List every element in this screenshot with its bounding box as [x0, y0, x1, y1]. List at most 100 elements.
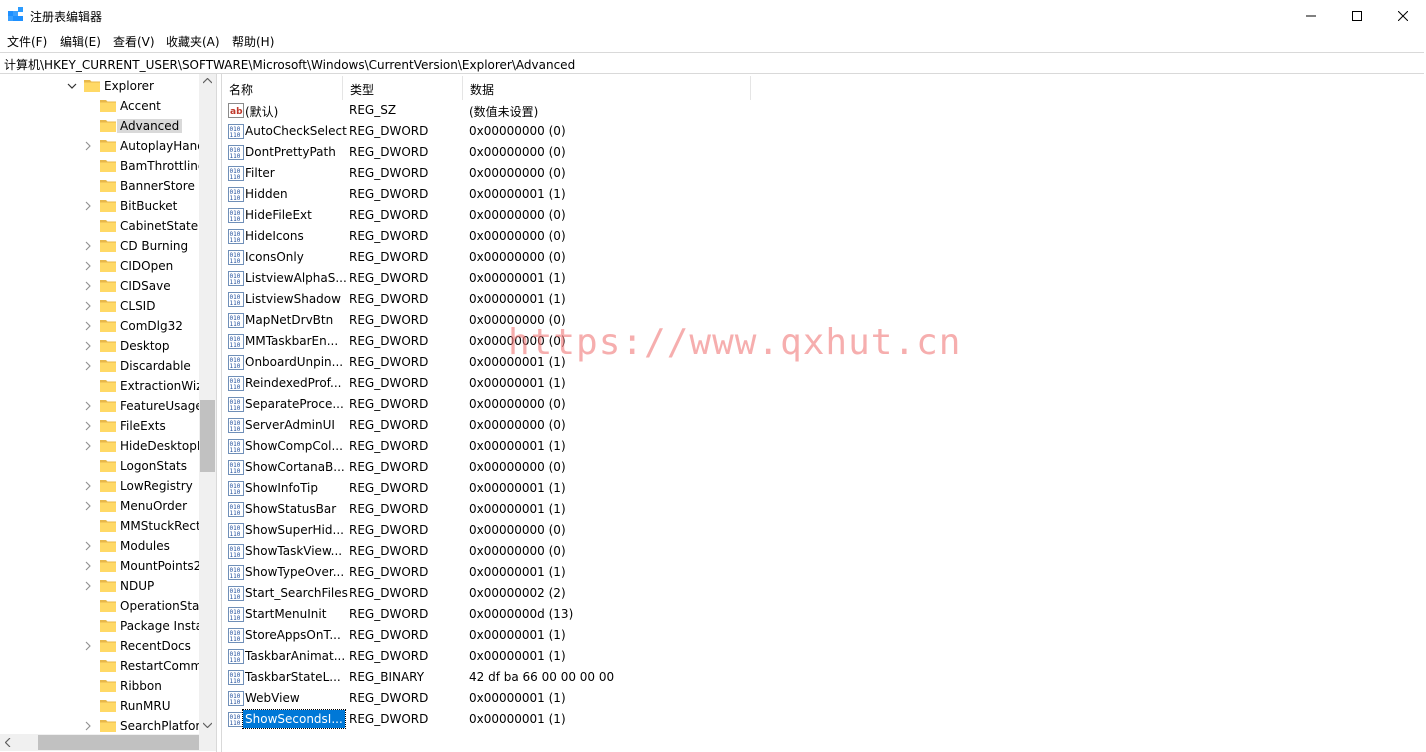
value-row[interactable]: 010 110 ShowTypeOver... REG_DWORD 0x00000001…: [222, 562, 1426, 583]
tree-node[interactable]: RunMRU: [0, 696, 199, 716]
value-row[interactable]: 010 110 TaskbarAnimat... REG_DWORD 0x0000000…: [222, 646, 1426, 667]
chevron-right-icon[interactable]: [83, 421, 93, 431]
chevron-right-icon[interactable]: [83, 441, 93, 451]
chevron-right-icon[interactable]: [83, 641, 93, 651]
menu-favorites[interactable]: 收藏夹(A): [166, 33, 220, 50]
chevron-right-icon[interactable]: [83, 301, 93, 311]
tree-horizontal-scrollbar[interactable]: [0, 734, 200, 751]
value-row[interactable]: 010 110 Filter REG_DWORD 0x00000000 (0): [222, 163, 1426, 184]
column-header-type[interactable]: 类型: [343, 76, 463, 100]
tree-node[interactable]: ExtractionWiz: [0, 376, 203, 396]
value-row[interactable]: 010 110 ShowSecondsI... REG_DWORD 0x00000001…: [222, 709, 1426, 730]
minimize-button[interactable]: [1288, 0, 1334, 31]
chevron-down-icon[interactable]: [67, 81, 77, 91]
menu-help[interactable]: 帮助(H): [232, 33, 274, 50]
value-row[interactable]: ab (默认) REG_SZ (数值未设置): [222, 100, 1426, 121]
value-row[interactable]: 010 110 ListviewShadow REG_DWORD 0x00000001 …: [222, 289, 1426, 310]
value-list-pane[interactable]: 名称 类型 数据 ab (默认) REG_SZ (数值未设置) 010 110 AutoCh…: [221, 74, 1426, 752]
value-row[interactable]: 010 110 HideIcons REG_DWORD 0x00000000 (0): [222, 226, 1426, 247]
scroll-down-icon[interactable]: [203, 722, 212, 728]
chevron-right-icon[interactable]: [83, 261, 93, 271]
tree-node[interactable]: CIDOpen: [0, 256, 199, 276]
tree-node[interactable]: MountPoints2: [0, 556, 201, 576]
tree-node[interactable]: SearchPlatfor: [0, 716, 200, 736]
column-header-name[interactable]: 名称: [222, 76, 343, 100]
value-row[interactable]: 010 110 SeparateProce... REG_DWORD 0x0000000…: [222, 394, 1426, 415]
tree-node[interactable]: BannerStore: [0, 176, 199, 196]
tree-node[interactable]: LogonStats: [0, 456, 199, 476]
chevron-right-icon[interactable]: [83, 401, 93, 411]
value-row[interactable]: 010 110 Hidden REG_DWORD 0x00000001 (1): [222, 184, 1426, 205]
menu-edit[interactable]: 编辑(E): [60, 33, 101, 50]
menu-view[interactable]: 查看(V): [113, 33, 155, 50]
value-row[interactable]: 010 110 AutoCheckSelect REG_DWORD 0x00000000…: [222, 121, 1426, 142]
tree-node[interactable]: Package Insta: [0, 616, 203, 636]
close-button[interactable]: [1380, 0, 1426, 31]
value-row[interactable]: 010 110 ShowCortanaB... REG_DWORD 0x00000000…: [222, 457, 1426, 478]
tree-node[interactable]: CLSID: [0, 296, 199, 316]
tree-node[interactable]: Desktop: [0, 336, 199, 356]
maximize-button[interactable]: [1334, 0, 1380, 31]
chevron-right-icon[interactable]: [83, 361, 93, 371]
tree-node[interactable]: HideDesktopI: [0, 436, 200, 456]
value-row[interactable]: 010 110 WebView REG_DWORD 0x00000001 (1): [222, 688, 1426, 709]
value-row[interactable]: 010 110 ShowCompCol... REG_DWORD 0x00000001 …: [222, 436, 1426, 457]
value-row[interactable]: 010 110 ShowTaskView... REG_DWORD 0x00000000…: [222, 541, 1426, 562]
tree-node[interactable]: MMStuckRect: [0, 516, 201, 536]
value-row[interactable]: 010 110 ListviewAlphaS... REG_DWORD 0x000000…: [222, 268, 1426, 289]
value-row[interactable]: 010 110 ServerAdminUI REG_DWORD 0x00000000 (…: [222, 415, 1426, 436]
chevron-right-icon[interactable]: [83, 561, 93, 571]
chevron-right-icon[interactable]: [83, 321, 93, 331]
menu-file[interactable]: 文件(F): [7, 33, 47, 50]
scroll-up-icon[interactable]: [203, 78, 212, 84]
tree-node[interactable]: LowRegistry: [0, 476, 199, 496]
tree-node[interactable]: CD Burning: [0, 236, 199, 256]
address-bar[interactable]: 计算机\HKEY_CURRENT_USER\SOFTWARE\Microsoft…: [0, 52, 1424, 74]
chevron-right-icon[interactable]: [83, 501, 93, 511]
tree-horizontal-scroll-thumb[interactable]: [38, 735, 200, 750]
value-row[interactable]: 010 110 StoreAppsOnT... REG_DWORD 0x00000001…: [222, 625, 1426, 646]
tree-node[interactable]: NDUP: [0, 576, 199, 596]
column-header-data[interactable]: 数据: [463, 76, 751, 100]
tree-node[interactable]: AutoplayHand: [0, 136, 205, 156]
tree-node[interactable]: CabinetState: [0, 216, 199, 236]
value-row[interactable]: 010 110 Start_SearchFiles REG_DWORD 0x000000…: [222, 583, 1426, 604]
value-row[interactable]: 010 110 DontPrettyPath REG_DWORD 0x00000000 …: [222, 142, 1426, 163]
value-row[interactable]: 010 110 StartMenuInit REG_DWORD 0x0000000d (…: [222, 604, 1426, 625]
chevron-right-icon[interactable]: [83, 581, 93, 591]
tree-vertical-scroll-thumb[interactable]: [200, 400, 215, 472]
tree-node[interactable]: BitBucket: [0, 196, 199, 216]
value-row[interactable]: 010 110 TaskbarStateL... REG_BINARY 42 df ba…: [222, 667, 1426, 688]
value-row[interactable]: 010 110 HideFileExt REG_DWORD 0x00000000 (0): [222, 205, 1426, 226]
chevron-right-icon[interactable]: [83, 541, 93, 551]
value-row[interactable]: 010 110 IconsOnly REG_DWORD 0x00000000 (0): [222, 247, 1426, 268]
tree-node[interactable]: Advanced: [0, 116, 199, 136]
key-tree-pane[interactable]: Explorer Accent Advanced AutoplayHand BamThr…: [0, 74, 217, 752]
tree-node[interactable]: MenuOrder: [0, 496, 199, 516]
chevron-right-icon[interactable]: [83, 341, 93, 351]
value-row[interactable]: 010 110 ShowInfoTip REG_DWORD 0x00000001 (1): [222, 478, 1426, 499]
chevron-right-icon[interactable]: [83, 481, 93, 491]
tree-node[interactable]: Modules: [0, 536, 199, 556]
tree-node[interactable]: OperationStat: [0, 596, 204, 616]
scroll-left-icon[interactable]: [5, 738, 11, 747]
tree-node[interactable]: ComDlg32: [0, 316, 199, 336]
tree-node[interactable]: CIDSave: [0, 276, 199, 296]
value-row[interactable]: 010 110 ShowStatusBar REG_DWORD 0x00000001 (…: [222, 499, 1426, 520]
tree-node[interactable]: Discardable: [0, 356, 199, 376]
value-row[interactable]: 010 110 ShowSuperHid... REG_DWORD 0x00000000…: [222, 520, 1426, 541]
tree-node[interactable]: FeatureUsage: [0, 396, 203, 416]
tree-node[interactable]: FileExts: [0, 416, 199, 436]
tree-node[interactable]: Ribbon: [0, 676, 199, 696]
tree-node[interactable]: BamThrottling: [0, 156, 206, 176]
chevron-right-icon[interactable]: [83, 201, 93, 211]
chevron-right-icon[interactable]: [83, 141, 93, 151]
chevron-right-icon[interactable]: [83, 241, 93, 251]
tree-node[interactable]: RecentDocs: [0, 636, 199, 656]
chevron-right-icon[interactable]: [83, 721, 93, 731]
chevron-right-icon[interactable]: [83, 281, 93, 291]
value-row[interactable]: 010 110 ReindexedProf... REG_DWORD 0x0000000…: [222, 373, 1426, 394]
tree-vertical-scrollbar[interactable]: [199, 74, 216, 734]
tree-node[interactable]: Explorer: [0, 76, 199, 96]
tree-node[interactable]: RestartComm: [0, 656, 202, 676]
